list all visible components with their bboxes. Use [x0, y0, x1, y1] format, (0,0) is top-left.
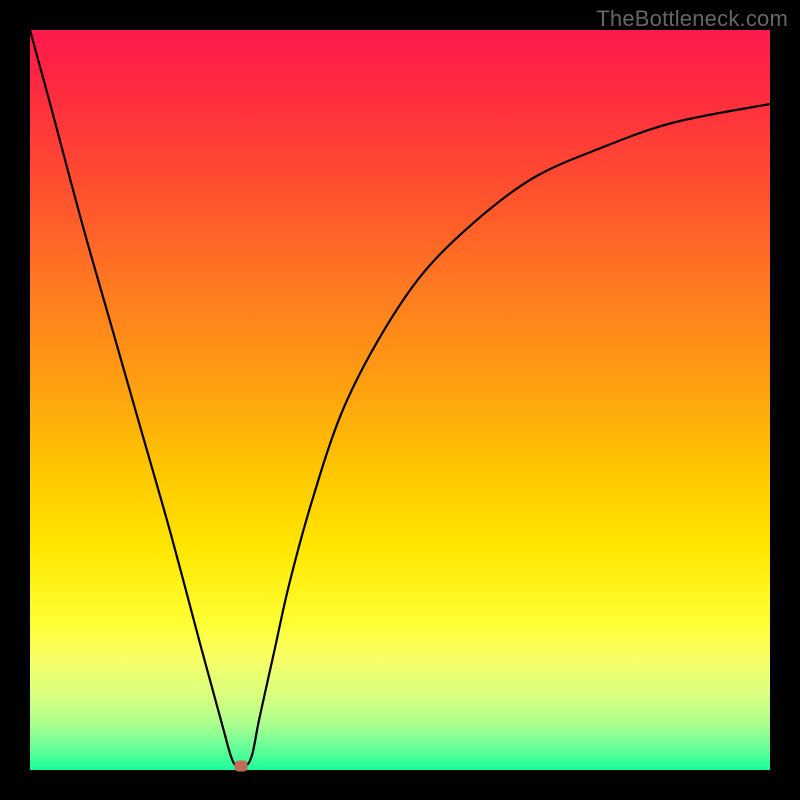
plot-area	[30, 30, 770, 770]
curve-svg	[30, 30, 770, 770]
watermark-text: TheBottleneck.com	[596, 6, 788, 32]
chart-container: TheBottleneck.com	[0, 0, 800, 800]
optimal-point-marker	[234, 761, 247, 772]
bottleneck-curve	[30, 30, 770, 767]
